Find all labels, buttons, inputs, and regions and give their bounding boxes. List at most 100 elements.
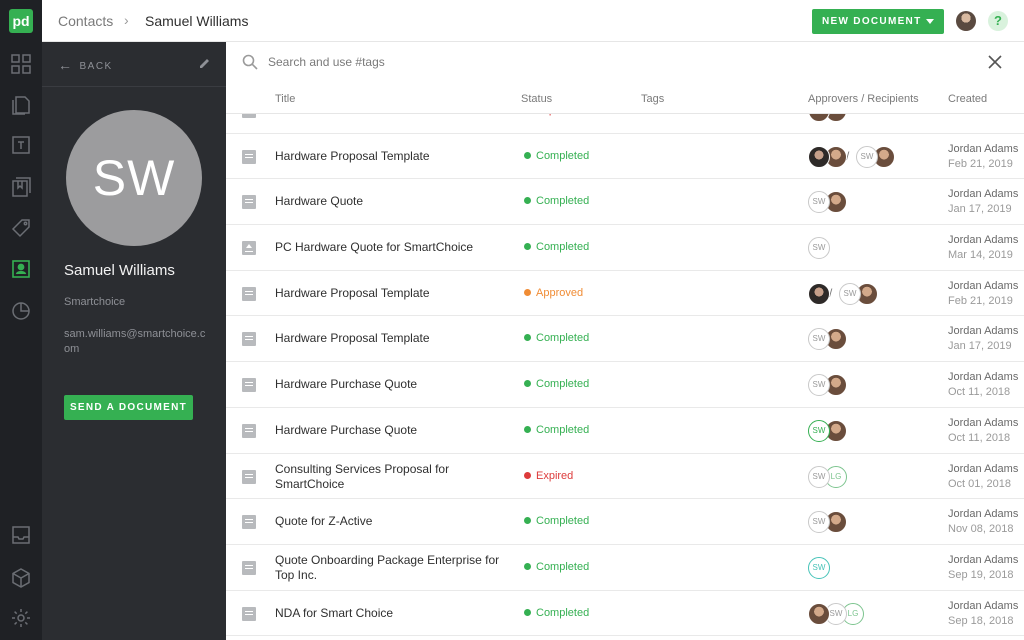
status-label: Completed [536, 560, 590, 573]
created-date: Sep 19, 2018 [948, 568, 1014, 581]
table-row[interactable]: Quote for Z-Active Completed SW Jordan Adam… [226, 499, 1024, 545]
document-title[interactable]: Hardware Proposal Template [275, 331, 507, 346]
table-row[interactable]: PC Hardware Quote for SmartChoice Complet… [226, 225, 1024, 271]
document-title[interactable]: NDA for Smart Choice [275, 606, 507, 621]
table-row[interactable]: Hardware Proposal Template Completed / SW Jo… [226, 134, 1024, 180]
status-badge: Completed [524, 378, 589, 390]
pencil-icon[interactable] [198, 56, 212, 70]
table-row[interactable]: NDA for Smart Choice Completed SW LG Jordan … [226, 591, 1024, 637]
avatar[interactable] [808, 282, 830, 305]
inbox-icon[interactable] [10, 524, 32, 546]
table-row[interactable]: Hardware Purchase Quote Completed SW Jordan… [226, 408, 1024, 454]
document-icon [242, 286, 256, 301]
status-badge: Approved [524, 287, 583, 299]
table-row[interactable]: Hardware Proposal Template Completed SW Jor… [226, 316, 1024, 363]
created-info: Jordan Adams Oct 11, 2018 [948, 370, 1018, 400]
created-date: Mar 14, 2019 [948, 249, 1013, 262]
table-row[interactable]: Hardware Proposal Template Approved / SW Jor… [226, 271, 1024, 317]
avatar-initials[interactable]: SW [839, 282, 861, 305]
settings-icon[interactable] [10, 607, 32, 629]
document-title[interactable]: Hardware Quote [275, 194, 507, 209]
avatar-initials[interactable]: SW [808, 328, 830, 351]
table-header: Title Status Tags Approvers / Recipients… [226, 88, 1024, 114]
document-icon [242, 149, 256, 164]
created-by: Jordan Adams [948, 508, 1019, 521]
integrations-icon[interactable] [10, 567, 32, 589]
reports-icon[interactable] [10, 300, 32, 322]
table-row[interactable]: Hardware Quote Completed SW Jordan Adams Jan… [226, 179, 1024, 226]
status-badge: Completed [524, 515, 589, 527]
templates-icon[interactable] [10, 134, 32, 156]
status-dot [524, 151, 531, 159]
search-input[interactable] [268, 52, 868, 72]
back-button[interactable]: ← BACK [58, 57, 113, 73]
status-label: Completed [536, 423, 590, 436]
documents-icon[interactable] [10, 93, 32, 115]
document-icon [242, 423, 256, 438]
table-row[interactable]: SmartChoiceExpiredMar 29, 2019 [226, 114, 1024, 134]
document-title[interactable]: PC Hardware Quote for SmartChoice [275, 240, 507, 255]
send-document-button[interactable]: SEND A DOCUMENT [64, 395, 193, 420]
column-approvers-recipients[interactable]: Approvers / Recipients [808, 93, 919, 105]
breadcrumb-contacts[interactable]: Contacts [58, 13, 113, 29]
catalog-icon[interactable] [10, 176, 32, 198]
tags-icon[interactable] [10, 217, 32, 239]
avatar-initials[interactable]: SW [856, 145, 878, 168]
contact-company: Smartchoice [64, 296, 126, 308]
document-title[interactable]: SmartChoice [275, 114, 507, 118]
created-by: Jordan Adams [948, 234, 1019, 247]
table-row[interactable]: Hardware Purchase Quote Completed SW Jordan… [226, 362, 1024, 408]
column-created[interactable]: Created [948, 93, 987, 105]
document-title[interactable]: Hardware Proposal Template [275, 286, 507, 301]
created-date: Oct 11, 2018 [948, 386, 1011, 399]
user-avatar[interactable] [956, 11, 976, 31]
contact-email: sam.williams@smartchoice.com [64, 328, 206, 355]
status-label: Completed [536, 515, 590, 528]
column-status[interactable]: Status [521, 93, 552, 105]
document-title[interactable]: Hardware Proposal Template [275, 149, 507, 164]
column-tags[interactable]: Tags [641, 93, 664, 105]
table-row[interactable]: Quote Onboarding Package Enterprise for … [226, 545, 1024, 591]
document-title[interactable]: Hardware Purchase Quote [275, 377, 507, 392]
status-badge: Completed [524, 241, 589, 253]
document-title[interactable]: Hardware Purchase Quote [275, 423, 507, 438]
close-icon[interactable] [988, 55, 1002, 69]
document-title[interactable]: Quote Onboarding Package Enterprise for … [275, 553, 507, 583]
avatar-initials[interactable]: SW [808, 465, 830, 488]
created-info: Jordan Adams Feb 21, 2019 [948, 142, 1018, 172]
avatar[interactable] [808, 114, 830, 122]
document-title[interactable]: Consulting Services Proposal for SmartCh… [275, 462, 507, 492]
contact-avatar: SW [66, 110, 202, 246]
avatar[interactable] [808, 145, 830, 168]
document-icon [242, 114, 256, 118]
status-badge: Expired [524, 470, 573, 482]
caret-down-icon [926, 19, 934, 24]
new-document-label: NEW DOCUMENT [822, 16, 922, 27]
created-by: Jordan Adams [948, 279, 1019, 292]
avatar-initials[interactable]: SW [808, 511, 830, 534]
table-row[interactable]: Consulting Services Proposal for SmartCh… [226, 454, 1024, 500]
created-info: Jordan Adams Oct 01, 2018 [948, 462, 1018, 492]
status-label: Approved [536, 286, 584, 299]
created-date: Oct 11, 2018 [948, 431, 1011, 444]
avatar-initials[interactable]: SW [808, 419, 830, 442]
avatar-initials[interactable]: SW [808, 556, 830, 579]
avatar[interactable] [808, 602, 830, 625]
help-icon[interactable]: ? [988, 11, 1008, 31]
avatar-initials[interactable]: SW [808, 191, 830, 214]
created-info: Jordan Adams Nov 08, 2018 [948, 507, 1018, 537]
back-label: BACK [79, 61, 113, 72]
contact-panel: ← BACK SW Samuel Williams Smartchoice sam… [42, 42, 226, 640]
contacts-icon[interactable] [10, 258, 32, 280]
column-title[interactable]: Title [275, 93, 295, 105]
pandadoc-logo[interactable]: pd [9, 9, 33, 33]
new-document-button[interactable]: NEW DOCUMENT [812, 9, 944, 34]
created-by: Jordan Adams [948, 371, 1019, 384]
created-by: Jordan Adams [948, 325, 1019, 338]
status-badge: Completed [524, 561, 589, 573]
document-title[interactable]: Quote for Z-Active [275, 514, 507, 529]
avatar-initials[interactable]: SW [808, 237, 830, 260]
status-label: Completed [536, 606, 590, 619]
avatar-initials[interactable]: SW [808, 374, 830, 397]
dashboard-icon[interactable] [10, 53, 32, 75]
